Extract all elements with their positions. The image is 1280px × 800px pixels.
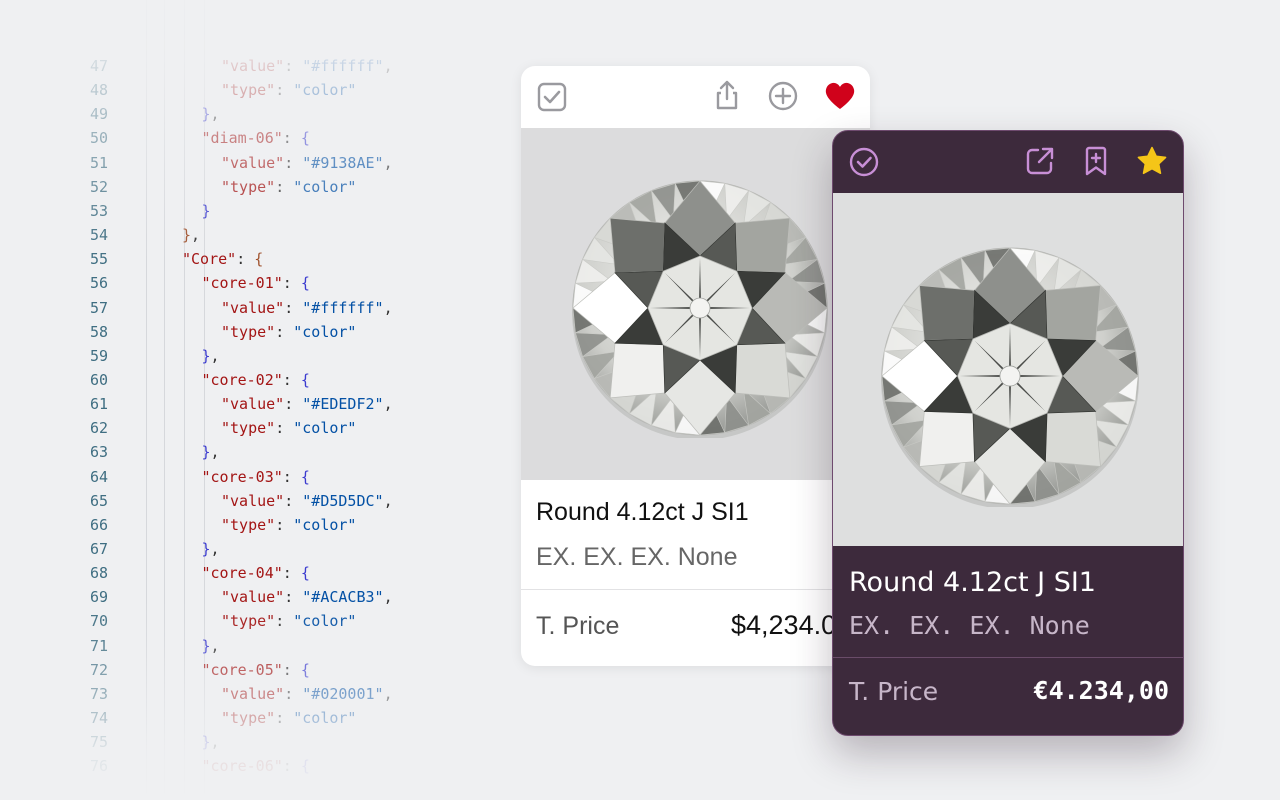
code-text: "value": "#9138AE", [221, 153, 393, 172]
card-toolbar [833, 131, 1183, 193]
line-number: 59 [89, 346, 108, 365]
line-number: 57 [89, 298, 108, 317]
line-number: 51 [89, 153, 108, 172]
line-number: 60 [89, 370, 108, 389]
code-text: }, [201, 346, 220, 365]
line-number: 61 [89, 395, 108, 414]
code-text: "value": "#ffffff", [221, 298, 393, 317]
line-number: 71 [89, 636, 108, 655]
line-number: 63 [89, 443, 108, 462]
line-number: 69 [89, 588, 108, 607]
code-text: "core-01": { [201, 274, 310, 293]
code-text: }, [201, 733, 220, 752]
product-specs: EX. EX. EX. None [849, 611, 1090, 640]
code-text: }, [201, 636, 220, 655]
code-text: } [201, 201, 211, 220]
line-number: 72 [89, 660, 108, 679]
line-number: 66 [89, 515, 108, 534]
code-text: "type": "color" [221, 709, 357, 728]
code-editor: 47 "value": "#ffffff", 48 "type": "color" 49… [0, 0, 520, 800]
line-number: 65 [89, 491, 108, 510]
product-title: Round 4.12ct J SI1 [849, 567, 1096, 598]
diamond-image [521, 128, 870, 480]
code-text: "type": "color" [221, 177, 357, 196]
checkbox-checked-icon[interactable] [536, 81, 568, 113]
code-text: "type": "color" [221, 419, 357, 438]
line-number: 50 [89, 129, 108, 148]
line-number: 73 [89, 684, 108, 703]
product-card-dark[interactable]: Round 4.12ct J SI1 EX. EX. EX. None T. P… [832, 130, 1184, 736]
code-text: "core-06": { [201, 757, 310, 776]
code-text: "diam-06": { [201, 129, 310, 148]
code-text: "core-05": { [201, 660, 310, 679]
line-number: 58 [89, 322, 108, 341]
indent-guide [184, 0, 185, 800]
product-card-light[interactable]: Round 4.12ct J SI1 EX. EX. EX. None T. P… [521, 66, 870, 666]
code-text: "value": "#ffffff", [221, 57, 393, 75]
line-number: 68 [89, 564, 108, 583]
line-number: 75 [89, 733, 108, 752]
add-circle-icon[interactable] [767, 80, 799, 112]
code-text: "core-04": { [201, 564, 310, 583]
line-number: 76 [89, 757, 108, 776]
price-value: €4.234,00 [1033, 676, 1169, 705]
code-text: }, [201, 540, 220, 558]
external-link-icon[interactable] [1024, 145, 1056, 177]
price-label: T. Price [536, 612, 620, 640]
code-text: "type": "color" [221, 81, 357, 100]
code-text: }, [201, 105, 220, 124]
star-icon[interactable] [1136, 145, 1168, 177]
check-circle-icon[interactable] [848, 146, 880, 178]
line-number: 56 [89, 274, 108, 293]
code-text: "value": "#ACACB3", [221, 588, 393, 607]
code-text: "Core": { [182, 250, 264, 269]
code-text: "type": "color" [221, 612, 357, 631]
line-number: 52 [89, 177, 108, 196]
divider [521, 589, 870, 590]
code-text: }, [201, 443, 220, 462]
product-specs: EX. EX. EX. None [536, 543, 738, 571]
line-number: 47 [89, 57, 108, 75]
bookmark-add-icon[interactable] [1080, 145, 1112, 177]
code-text: "type": "color" [221, 322, 357, 341]
line-number: 74 [89, 709, 108, 728]
line-number: 53 [89, 201, 108, 220]
line-number: 67 [89, 540, 108, 558]
divider [833, 657, 1183, 658]
line-number: 64 [89, 467, 108, 486]
line-number: 48 [89, 81, 108, 100]
price-label: T. Price [849, 677, 939, 706]
product-title: Round 4.12ct J SI1 [536, 498, 749, 526]
line-number: 62 [89, 419, 108, 438]
share-icon[interactable] [711, 79, 743, 111]
line-number: 70 [89, 612, 108, 631]
code-text: }, [182, 226, 201, 245]
code-text: "value": "#020001", [221, 684, 393, 703]
code-text: "value": "#EDEDF2", [221, 395, 393, 414]
card-toolbar [521, 66, 870, 128]
line-number: 54 [89, 226, 108, 245]
indent-guide [146, 0, 147, 800]
code-text: "core-03": { [201, 467, 310, 486]
code-text: "value": "#D5D5DC", [221, 491, 393, 510]
code-text: "core-02": { [201, 370, 310, 389]
line-number: 55 [89, 250, 108, 269]
heart-icon[interactable] [824, 80, 856, 112]
diamond-image [833, 193, 1183, 546]
line-number: 49 [89, 105, 108, 124]
indent-guide [164, 0, 165, 800]
code-text: "type": "color" [221, 515, 357, 534]
